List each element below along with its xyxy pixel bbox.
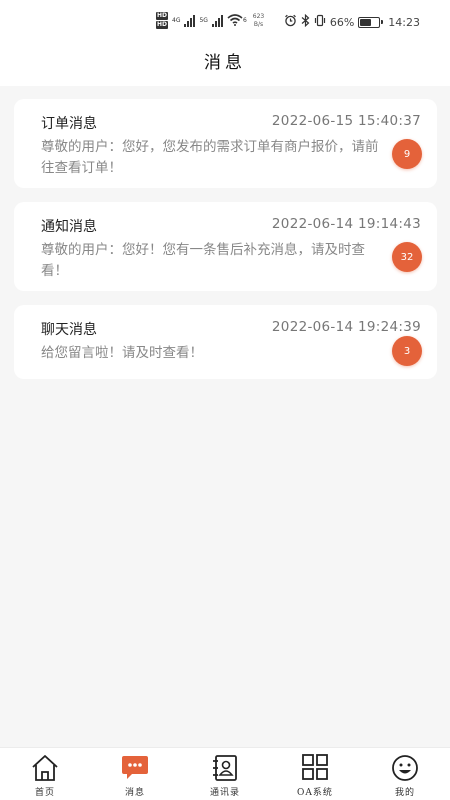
bluetooth-icon [301,13,310,30]
message-time: 2022-06-14 19:24:39 [271,319,421,335]
message-preview: 尊敬的用户：您好！您有一条售后补充消息，请及时查看！ [41,242,365,279]
vibrate-icon [314,14,326,30]
message-title: 通知消息 [41,219,97,235]
status-left: HD HD 4G 5G 6 623 B/s [156,12,264,29]
tab-label: 消息 [124,788,145,798]
page-title: 消息 [204,53,246,73]
status-right: 66% 14:23 [284,13,420,30]
battery-percent: 66% [329,15,355,29]
unread-badge: 32 [392,242,422,272]
message-card-chat[interactable]: 聊天消息 2022-06-14 19:24:39 给您留言啦！请及时查看！ 3 [14,305,437,379]
signal-bars-2-icon [211,14,223,27]
message-time: 2022-06-14 19:14:43 [271,216,421,232]
signal-bars-1-icon [184,14,196,27]
contacts-icon [210,754,240,782]
message-title: 订单消息 [41,116,97,132]
message-card-notice[interactable]: 通知消息 2022-06-14 19:14:43 尊敬的用户：您好！您有一条售后… [14,202,437,291]
network-5g-label: 5G [199,17,208,24]
battery-fill [360,18,372,26]
network-speed-value: 623 [252,12,265,20]
hd-indicators: HD HD [156,12,169,29]
tab-messages[interactable]: 消息 [90,748,180,800]
network-4g-label: 4G [172,17,181,24]
chat-bubble-icon [120,754,150,782]
bottom-tab-bar: 首页 消息 通讯录 OA系统 我的 [0,747,450,800]
tab-label: OA系统 [297,788,333,798]
status-bar: HD HD 4G 5G 6 623 B/s 66% 14:23 [0,0,450,40]
home-icon [30,754,60,782]
alarm-icon [284,14,297,30]
network-speed-unit: B/s [253,20,264,28]
wifi-icon [227,13,243,28]
message-preview: 给您留言啦！请及时查看！ [41,345,203,361]
battery-icon [358,16,384,28]
tab-home[interactable]: 首页 [0,748,90,800]
tab-label: 我的 [394,788,415,798]
grid-apps-icon [300,754,330,782]
hd-badge-1: HD [156,12,169,20]
message-card-order[interactable]: 订单消息 2022-06-15 15:40:37 尊敬的用户：您好，您发布的需求… [14,99,437,188]
clock: 14:23 [388,15,420,29]
tab-label: 通讯录 [209,788,240,798]
message-time: 2022-06-15 15:40:37 [271,113,421,129]
tab-profile[interactable]: 我的 [360,748,450,800]
page-header: 消息 [0,40,450,86]
unread-badge: 9 [392,139,422,169]
message-preview: 尊敬的用户：您好，您发布的需求订单有商户报价，请前往查看订单！ [41,139,379,176]
tab-label: 首页 [34,788,55,798]
hd-badge-2: HD [156,21,169,29]
tab-oa-system[interactable]: OA系统 [270,748,360,800]
smiley-icon [390,754,420,782]
unread-badge: 3 [392,336,422,366]
wifi-badge: 6 [242,17,247,24]
tab-contacts[interactable]: 通讯录 [180,748,270,800]
message-title: 聊天消息 [41,322,97,338]
